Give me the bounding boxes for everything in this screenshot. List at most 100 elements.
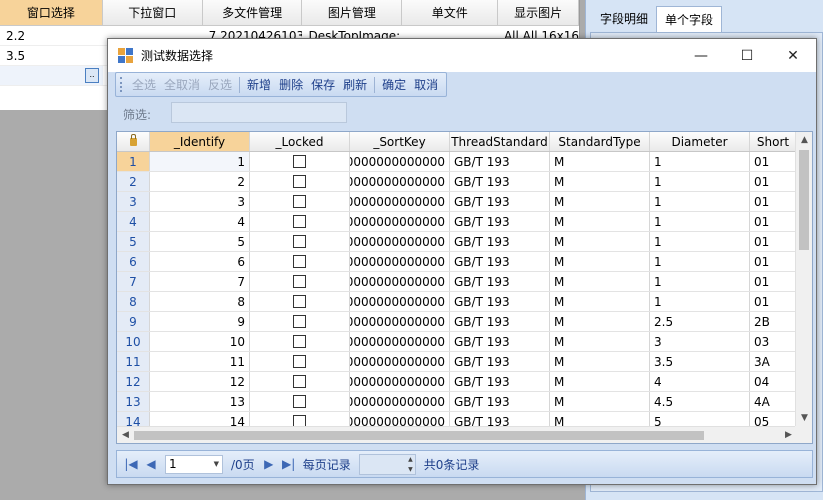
locked-checkbox[interactable] (293, 335, 306, 348)
row-header[interactable]: 13 (117, 392, 150, 411)
table-cell[interactable]: M (550, 392, 650, 411)
table-cell[interactable]: M (550, 372, 650, 391)
table-cell[interactable]: GB/T 193 (450, 232, 550, 251)
table-cell[interactable]: 01 (750, 152, 797, 171)
table-row[interactable]: 3 3 0000000000000 GB/T 193 M 1 01 (117, 192, 812, 212)
column-header[interactable]: Short (750, 132, 797, 151)
table-cell[interactable]: 7 (150, 272, 250, 291)
table-cell[interactable]: M (550, 192, 650, 211)
table-cell[interactable]: 9 (150, 312, 250, 331)
table-cell[interactable]: M (550, 292, 650, 311)
last-page-icon[interactable]: ▶| (279, 457, 299, 471)
table-cell[interactable]: 0000000000000 (350, 292, 450, 311)
table-cell[interactable]: 1 (650, 152, 750, 171)
table-cell[interactable]: 4 (150, 212, 250, 231)
locked-cell[interactable] (250, 252, 350, 271)
table-cell[interactable]: M (550, 232, 650, 251)
table-cell[interactable]: 01 (750, 252, 797, 271)
column-header[interactable]: StandardType (550, 132, 650, 151)
table-cell[interactable]: M (550, 332, 650, 351)
table-cell[interactable]: 0000000000000 (350, 252, 450, 271)
table-row[interactable]: 6 6 0000000000000 GB/T 193 M 1 01 (117, 252, 812, 272)
table-cell[interactable]: 10 (150, 332, 250, 351)
table-cell[interactable]: M (550, 212, 650, 231)
tab-single-field[interactable]: 单个字段 (656, 6, 723, 32)
first-page-icon[interactable]: |◀ (121, 457, 141, 471)
table-cell[interactable]: 0000000000000 (350, 312, 450, 331)
table-row[interactable]: 7 7 0000000000000 GB/T 193 M 1 01 (117, 272, 812, 292)
table-cell[interactable]: 2.2 (0, 26, 103, 45)
locked-cell[interactable] (250, 352, 350, 371)
table-cell[interactable]: 0000000000000 (350, 352, 450, 371)
table-cell[interactable]: 12 (150, 372, 250, 391)
row-header[interactable]: 7 (117, 272, 150, 291)
toolbar-button[interactable]: 删除 (275, 76, 307, 93)
column-header[interactable]: 图片管理 (302, 0, 403, 25)
table-cell[interactable]: GB/T 193 (450, 292, 550, 311)
table-cell[interactable]: 3A (750, 352, 797, 371)
table-cell[interactable]: 0000000000000 (350, 192, 450, 211)
close-button[interactable]: ✕ (770, 39, 816, 72)
column-header[interactable]: _Locked (250, 132, 350, 151)
table-cell[interactable]: GB/T 193 (450, 172, 550, 191)
locked-cell[interactable] (250, 172, 350, 191)
column-header[interactable]: ThreadStandard (450, 132, 550, 151)
table-cell[interactable]: 0000000000000 (350, 172, 450, 191)
table-row[interactable]: 13 13 0000000000000 GB/T 193 M 4.5 4A (117, 392, 812, 412)
ellipsis-button[interactable]: .. (85, 68, 99, 83)
table-cell[interactable]: 1 (650, 172, 750, 191)
row-header[interactable]: 8 (117, 292, 150, 311)
locked-cell[interactable] (250, 312, 350, 331)
column-header[interactable]: 显示图片 (498, 0, 579, 25)
table-cell[interactable]: GB/T 193 (450, 192, 550, 211)
row-header[interactable]: 11 (117, 352, 150, 371)
maximize-button[interactable]: ☐ (724, 39, 770, 72)
table-cell[interactable]: 2B (750, 312, 797, 331)
table-cell[interactable]: GB/T 193 (450, 352, 550, 371)
table-cell[interactable]: M (550, 352, 650, 371)
vertical-scrollbar[interactable]: ▲ ▼ (795, 132, 812, 427)
locked-checkbox[interactable] (293, 215, 306, 228)
table-cell[interactable]: 3 (150, 192, 250, 211)
table-cell[interactable]: M (550, 172, 650, 191)
row-header[interactable]: 6 (117, 252, 150, 271)
locked-cell[interactable] (250, 372, 350, 391)
table-cell[interactable]: 5 (150, 232, 250, 251)
table-cell[interactable]: 0000000000000 (350, 392, 450, 411)
table-cell[interactable]: 3.5 (650, 352, 750, 371)
page-size-stepper[interactable]: ▲ ▼ (358, 453, 416, 475)
table-cell[interactable]: 01 (750, 212, 797, 231)
table-cell[interactable]: 2 (150, 172, 250, 191)
locked-checkbox[interactable] (293, 355, 306, 368)
table-row[interactable]: 9 9 0000000000000 GB/T 193 M 2.5 2B (117, 312, 812, 332)
table-cell[interactable]: 8 (150, 292, 250, 311)
row-header[interactable]: 4 (117, 212, 150, 231)
spin-up-icon[interactable]: ▲ (408, 456, 413, 463)
locked-cell[interactable] (250, 392, 350, 411)
table-cell[interactable]: 0000000000000 (350, 232, 450, 251)
row-header[interactable]: 10 (117, 332, 150, 351)
locked-checkbox[interactable] (293, 155, 306, 168)
row-header[interactable]: 3 (117, 192, 150, 211)
table-cell[interactable]: 1 (150, 152, 250, 171)
filter-input[interactable] (171, 102, 347, 123)
table-cell[interactable]: GB/T 193 (450, 332, 550, 351)
table-row[interactable]: 1 1 0000000000000 GB/T 193 M 1 01 (117, 152, 812, 172)
table-cell[interactable]: 01 (750, 272, 797, 291)
locked-checkbox[interactable] (293, 395, 306, 408)
next-page-icon[interactable]: ▶ (259, 457, 279, 471)
toolbar-button[interactable]: 刷新 (339, 76, 371, 93)
scroll-thumb[interactable] (799, 150, 809, 250)
scroll-up-icon[interactable]: ▲ (796, 132, 812, 149)
toolbar-grip-icon[interactable] (120, 77, 124, 92)
row-header[interactable]: 5 (117, 232, 150, 251)
table-row[interactable]: 5 5 0000000000000 GB/T 193 M 1 01 (117, 232, 812, 252)
toolbar-button[interactable]: 新增 (243, 76, 275, 93)
table-cell[interactable]: M (550, 252, 650, 271)
toolbar-button[interactable]: 反选 (204, 76, 236, 93)
locked-checkbox[interactable] (293, 275, 306, 288)
tab-field-details[interactable]: 字段明细 (592, 6, 656, 32)
table-cell[interactable]: 1 (650, 272, 750, 291)
table-cell[interactable]: 0000000000000 (350, 272, 450, 291)
scroll-down-icon[interactable]: ▼ (796, 410, 812, 427)
